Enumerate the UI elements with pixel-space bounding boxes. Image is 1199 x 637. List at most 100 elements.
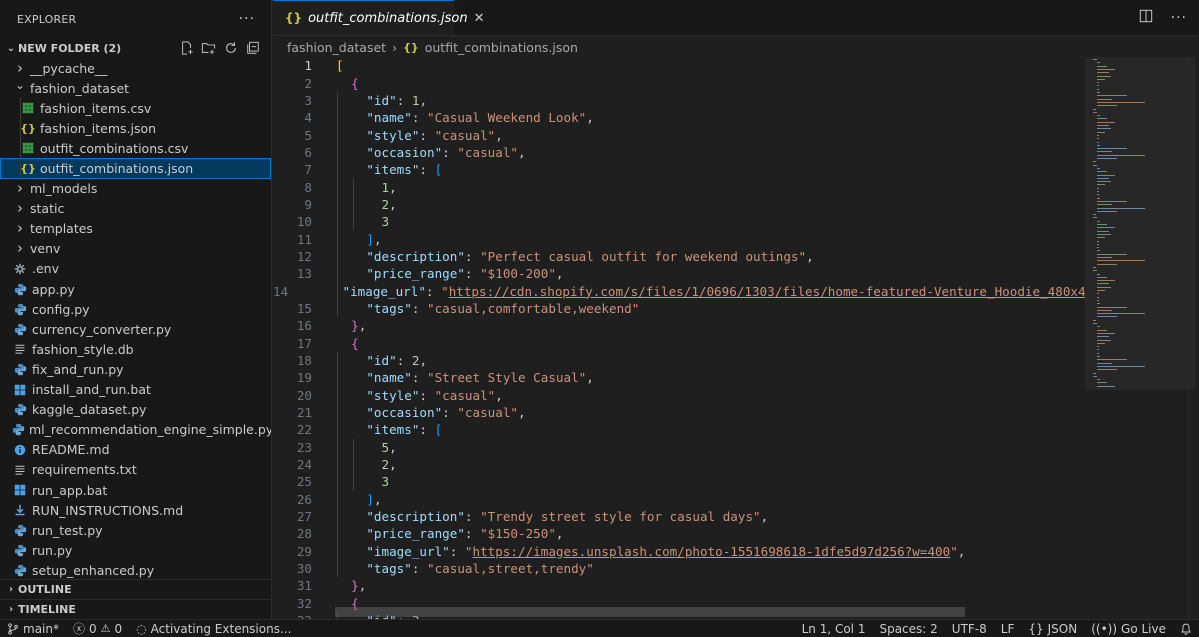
chevron-right-icon: › [17,199,23,218]
tree-item[interactable]: kaggle_dataset.py [0,400,271,420]
encoding[interactable]: UTF-8 [945,622,994,636]
code-line[interactable]: 30 "tags": "casual,street,trendy" [273,559,1085,578]
minimap-line [1097,329,1107,331]
tree-item[interactable]: {} fashion_items.json [0,118,271,139]
tree-item[interactable]: ml_recommendation_engine_simple.py [0,420,271,440]
language-mode[interactable]: {} JSON [1021,622,1084,636]
code-line[interactable]: 28 "price_range": "$150-250", [273,525,1085,543]
branch-status[interactable]: main* [0,622,66,636]
tree-item[interactable]: currency_converter.py [0,319,271,339]
code-line[interactable]: 3 "id": 1, [273,91,1085,110]
horizontal-scrollbar[interactable] [335,607,965,617]
tree-item[interactable]: README.md [0,440,271,460]
close-icon[interactable]: ✕ [474,11,485,26]
notifications-icon[interactable] [1173,623,1199,635]
code-line[interactable]: 6 "occasion": "casual", [273,143,1085,162]
tree-item[interactable]: › static [0,199,271,219]
tree-item[interactable]: outfit_combinations.csv [0,138,271,159]
tree-item[interactable]: .env [0,259,271,279]
tree-item[interactable]: setup_enhanced.py [0,560,271,580]
python-icon [12,542,28,558]
indent-guide [337,559,338,578]
tab-outfit-combinations-json[interactable]: {} outfit_combinations.json ✕ [273,0,485,35]
code-editor[interactable]: 1[2 {3 "id": 1, 4 "name": "Casual Weekend… [273,57,1085,619]
outline-section-header[interactable]: › OUTLINE [0,579,271,599]
code-line[interactable]: 14 "image_url": "https://cdn.shopify.com… [273,282,1085,300]
code-line[interactable]: 21 "occasion": "casual", [273,403,1085,422]
code-line[interactable]: 7 "items": [ [273,161,1085,179]
minimap-line [1097,332,1115,334]
collapse-all-icon[interactable] [244,40,261,56]
new-file-icon[interactable] [178,40,195,56]
code-text: "description": "Perfect casual outfit fo… [366,248,814,264]
end-of-line[interactable]: LF [994,622,1022,636]
tree-item[interactable]: fashion_items.csv [0,98,271,119]
code-line[interactable]: 25 3 [273,473,1085,491]
more-actions-icon[interactable]: ··· [239,11,255,27]
split-editor-icon[interactable] [1139,9,1153,27]
code-line[interactable]: 1[ [273,57,1085,74]
tree-item[interactable]: run.py [0,540,271,560]
tree-item[interactable]: config.py [0,299,271,319]
code-line[interactable]: 24 2, [273,455,1085,474]
indentation[interactable]: Spaces: 2 [872,622,944,636]
code-line[interactable]: 12 "description": "Perfect casual outfit… [273,247,1085,266]
lines-icon [12,462,28,478]
code-line[interactable]: 31 }, [273,577,1085,594]
breadcrumb-folder[interactable]: fashion_dataset [287,40,386,55]
cursor-position[interactable]: Ln 1, Col 1 [795,622,873,636]
tree-item[interactable]: install_and_run.bat [0,380,271,400]
tree-item[interactable]: run_app.bat [0,480,271,500]
code-line[interactable]: 19 "name": "Street Style Casual", [273,369,1085,387]
tree-item-label: README.md [32,442,110,458]
tree-item[interactable]: {} outfit_combinations.json [0,158,271,179]
chevron-right-icon: › [17,239,23,258]
breadcrumb-file[interactable]: outfit_combinations.json [425,40,578,55]
code-line[interactable]: 8 1, [273,178,1085,196]
code-line[interactable]: 27 "description": "Trendy street style f… [273,507,1085,526]
code-line[interactable]: 5 "style": "casual", [273,126,1085,144]
code-line[interactable]: 22 "items": [ [273,421,1085,439]
chevron-right-icon: › [17,179,23,198]
workspace-folder-header[interactable]: ⌄ NEW FOLDER (2) [0,38,271,58]
code-line[interactable]: 10 3 [273,213,1085,231]
code-line[interactable]: 11 ], [273,230,1085,248]
python-icon [12,522,28,538]
code-line[interactable]: 15 "tags": "casual,comfortable,weekend" [273,299,1085,318]
code-line[interactable]: 16 }, [273,317,1085,334]
tree-item[interactable]: RUN_INSTRUCTIONS.md [0,500,271,520]
tree-item[interactable]: › venv [0,239,271,259]
tree-item[interactable]: › ml_models [0,179,271,199]
code-line[interactable]: 13 "price_range": "$100-200", [273,265,1085,283]
tree-item[interactable]: › templates [0,219,271,239]
refresh-icon[interactable] [222,40,239,56]
go-live-button[interactable]: ((•)) Go Live [1084,622,1173,636]
gear-icon [12,261,28,277]
code-line[interactable]: 23 5, [273,438,1085,456]
code-line[interactable]: 2 { [273,74,1085,91]
tree-item[interactable]: fix_and_run.py [0,359,271,379]
tree-item[interactable]: fashion_style.db [0,339,271,359]
tree-item[interactable]: app.py [0,279,271,299]
tree-item[interactable]: requirements.txt [0,460,271,480]
new-folder-icon[interactable] [200,40,217,56]
code-line[interactable]: 9 2, [273,195,1085,214]
csv-file-icon [20,100,36,116]
vertical-scrollbar[interactable] [1188,57,1199,619]
code-line[interactable]: 4 "name": "Casual Weekend Look", [273,109,1085,127]
timeline-section-header[interactable]: › TIMELINE [0,599,271,619]
code-line[interactable]: 18 "id": 2, [273,351,1085,370]
problems-status[interactable]: ⓧ 0 ⚠ 0 [66,620,129,637]
tree-item[interactable]: ⌄ fashion_dataset [0,78,271,98]
tree-item[interactable]: › __pycache__ [0,58,271,78]
activity-status[interactable]: ◌ Activating Extensions... [129,622,298,636]
code-line[interactable]: 20 "style": "casual", [273,386,1085,404]
more-actions-icon[interactable]: ··· [1171,10,1187,26]
minimap-line [1097,128,1111,130]
minimap[interactable] [1085,57,1195,619]
tree-item[interactable]: run_test.py [0,520,271,540]
line-number: 15 [296,300,312,316]
code-line[interactable]: 29 "image_url": "https://images.unsplash… [273,542,1085,560]
code-line[interactable]: 26 ], [273,490,1085,508]
code-line[interactable]: 17 { [273,335,1085,352]
